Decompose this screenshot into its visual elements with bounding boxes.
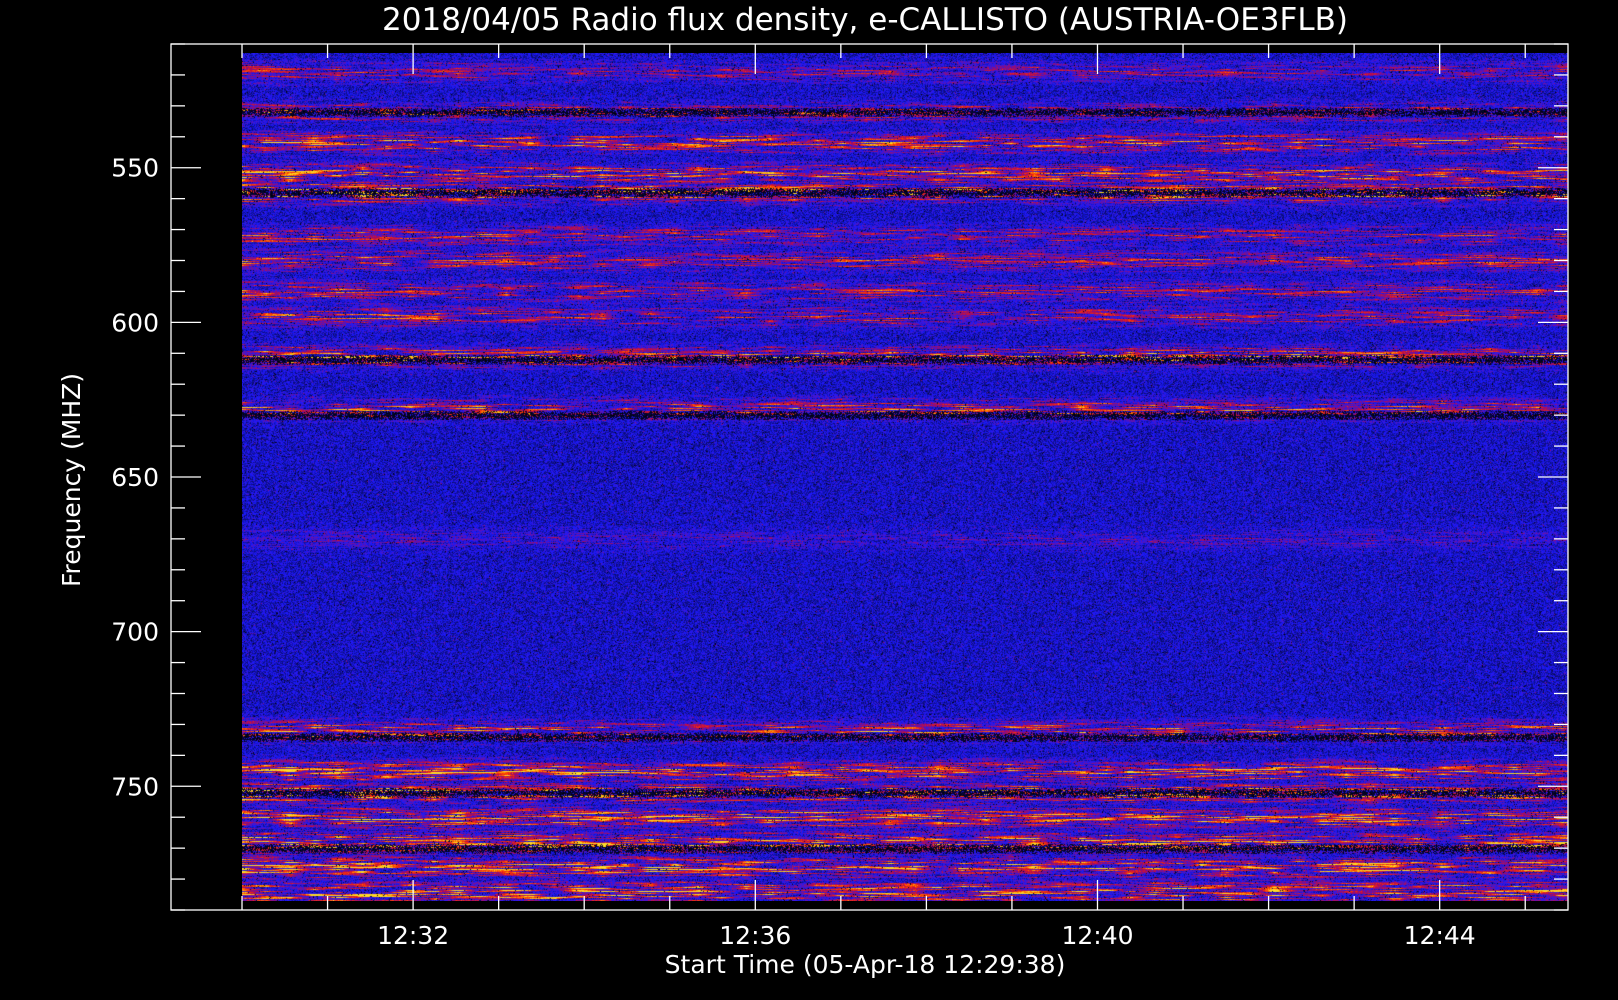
- x-tick-label: 12:32: [377, 921, 449, 950]
- y-tick-label: 650: [111, 463, 159, 492]
- x-tick-label: 12:40: [1061, 921, 1133, 950]
- spectrogram-chart: 2018/04/05 Radio flux density, e-CALLIST…: [0, 0, 1618, 1000]
- x-tick-label: 12:36: [719, 921, 791, 950]
- x-axis-label: Start Time (05-Apr-18 12:29:38): [665, 950, 1066, 979]
- y-tick-label: 600: [111, 308, 159, 337]
- x-tick-label: 12:44: [1404, 921, 1476, 950]
- spectrogram-image: [242, 53, 1568, 901]
- y-axis-label: Frequency (MHZ): [57, 373, 86, 587]
- chart-title: 2018/04/05 Radio flux density, e-CALLIST…: [382, 2, 1348, 38]
- y-tick-label: 750: [111, 772, 159, 801]
- y-tick-label: 550: [111, 154, 159, 183]
- spectrogram-raster: [242, 53, 1568, 901]
- y-tick-label: 700: [111, 618, 159, 647]
